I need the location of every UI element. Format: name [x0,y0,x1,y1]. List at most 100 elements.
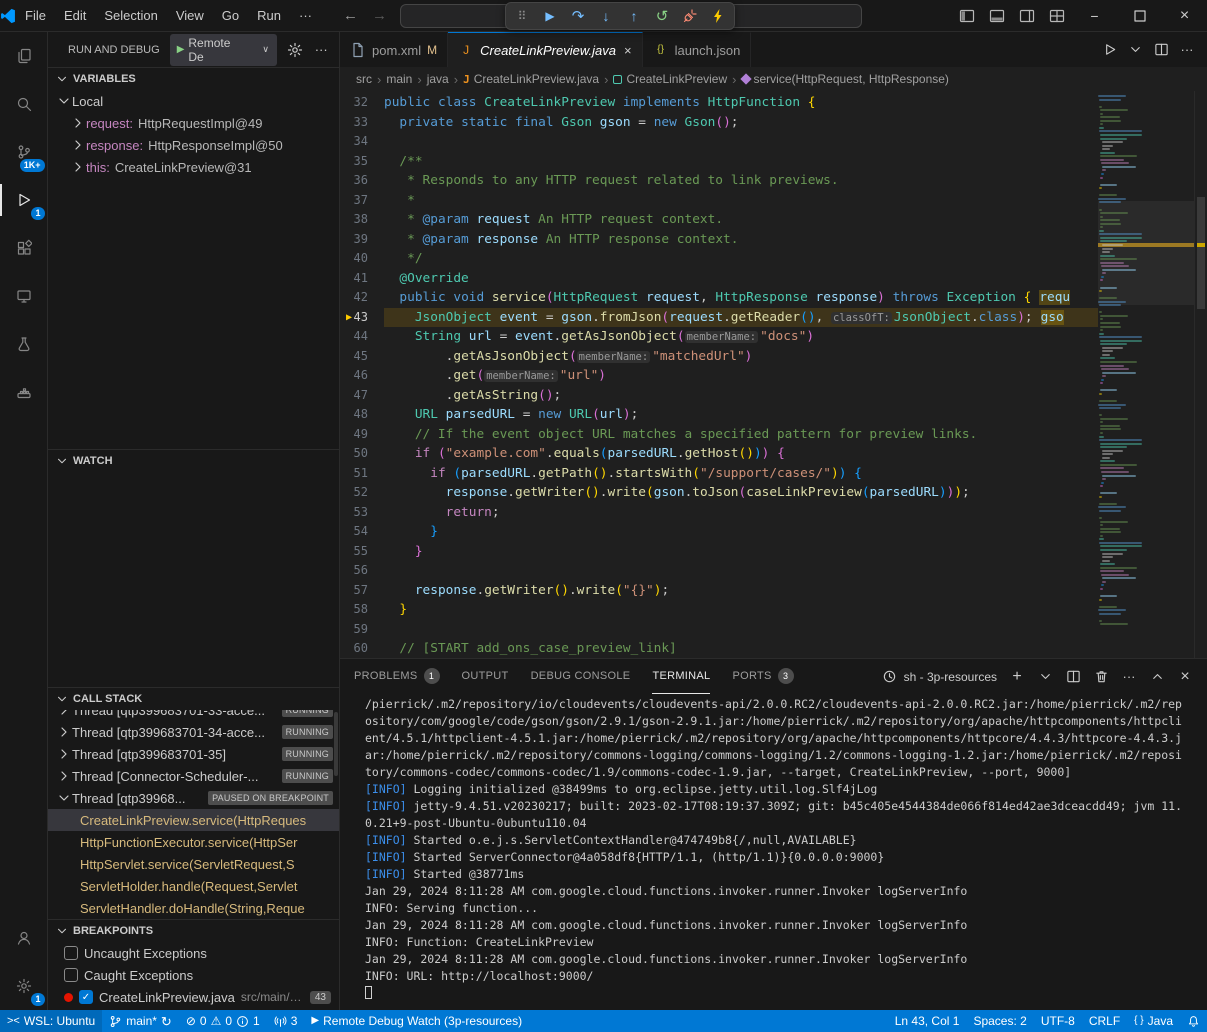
close-panel-button[interactable]: × [1177,669,1193,685]
terminal-profile-dropdown-button[interactable] [1037,669,1053,685]
step-out-button[interactable]: ↑ [626,8,642,24]
status-eol[interactable]: CRLF [1082,1010,1127,1032]
line-number-gutter[interactable]: 56 [340,561,384,581]
watch-section-header[interactable]: WATCH [48,450,339,472]
kill-terminal-button[interactable] [1093,669,1109,685]
tab-pom-xml[interactable]: pom.xmlM [340,32,448,67]
activity-item-containers[interactable] [0,368,48,416]
panel-more-actions-button[interactable]: ··· [1121,669,1137,685]
status-git-branch[interactable]: main*↻ [102,1010,179,1032]
sidebar-more-actions-icon[interactable]: ··· [313,42,329,58]
disconnect-button[interactable] [682,8,698,24]
status-notifications[interactable] [1180,1010,1207,1032]
line-number-gutter[interactable]: 41 [340,269,384,289]
menu-view[interactable]: View [167,5,213,27]
call-stack-section-header[interactable]: CALL STACK [48,688,339,710]
activity-item-accounts[interactable] [0,914,48,962]
activity-item-search[interactable] [0,80,48,128]
line-number-gutter[interactable]: 34 [340,132,384,152]
line-number-gutter[interactable]: 45 [340,347,384,367]
new-terminal-button[interactable]: + [1009,669,1025,685]
variables-section-header[interactable]: VARIABLES [48,68,339,90]
call-stack-frame[interactable]: HttpFunctionExecutor.service(HttpSer [48,831,339,853]
line-number-gutter[interactable]: 60 [340,639,384,658]
line-number-gutter[interactable]: 33 [340,113,384,133]
status-language-mode[interactable]: { }Java [1127,1010,1180,1032]
editor-scrollbar[interactable] [1194,91,1207,658]
variable-row-response[interactable]: response:HttpResponseImpl@50 [48,134,339,156]
tab-createlinkpreview-java[interactable]: JCreateLinkPreview.java× [448,32,642,67]
menu-file[interactable]: File [16,5,55,27]
line-number-gutter[interactable]: 50 [340,444,384,464]
breakpoint-checkbox[interactable]: ✓ [79,990,93,1004]
activity-item-remote-explorer[interactable] [0,272,48,320]
tab-launch-json[interactable]: {}launch.json [643,32,752,67]
activity-item-testing[interactable] [0,320,48,368]
status-indentation[interactable]: Spaces: 2 [966,1010,1033,1032]
breadcrumb-item-src[interactable]: src [356,72,372,86]
line-number-gutter[interactable]: 54 [340,522,384,542]
call-stack-thread[interactable]: Thread [qtp39968...PAUSED ON BREAKPOINT [48,787,339,809]
maximize-button[interactable] [1117,0,1162,31]
panel-tab-ports[interactable]: PORTS3 [732,659,793,694]
activity-item-run-and-debug[interactable]: 1 [0,176,48,224]
line-number-gutter[interactable]: 44 [340,327,384,347]
breadcrumb-item-java[interactable]: java [427,72,449,86]
line-number-gutter[interactable]: 59 [340,620,384,640]
panel-tab-problems[interactable]: PROBLEMS1 [354,659,440,694]
close-tab-icon[interactable]: × [624,43,632,58]
breakpoint-checkbox[interactable] [64,946,78,960]
line-number-gutter[interactable]: 58 [340,600,384,620]
panel-tab-output[interactable]: OUTPUT [462,659,509,694]
breakpoints-section-header[interactable]: BREAKPOINTS [48,920,339,942]
minimap[interactable] [1098,91,1194,658]
drag-grip-button[interactable]: ⠿ [514,8,530,24]
activity-item-extensions[interactable] [0,224,48,272]
continue-button[interactable]: ▶ [542,8,558,24]
variable-row-this[interactable]: this:CreateLinkPreview@31 [48,156,339,178]
breakpoint-row-createlinkpreview-java[interactable]: ✓CreateLinkPreview.javasrc/main/java43 [48,986,339,1008]
code-editor[interactable]: 32public class CreateLinkPreview impleme… [340,91,1207,658]
line-number-gutter[interactable]: 36 [340,171,384,191]
run-java-button[interactable] [1101,42,1117,58]
line-number-gutter[interactable]: 53 [340,503,384,523]
line-number-gutter[interactable]: 38 [340,210,384,230]
breadcrumb-item-createlinkpreview[interactable]: CreateLinkPreview [613,72,727,86]
panel-tab-terminal[interactable]: TERMINAL [652,659,710,694]
close-window-button[interactable]: × [1162,0,1207,31]
line-number-gutter[interactable]: 52 [340,483,384,503]
line-number-gutter[interactable]: 35 [340,152,384,172]
variables-scope-local[interactable]: Local [48,90,339,112]
call-stack-frame[interactable]: CreateLinkPreview.service(HttpReques [48,809,339,831]
status-forwarded-ports[interactable]: 3 [267,1010,305,1032]
call-stack-thread[interactable]: Thread [qtp399683701-34-acce...RUNNING [48,721,339,743]
back-icon[interactable]: ← [343,7,358,24]
toggle-primary-sidebar-button[interactable] [952,0,982,31]
call-stack-thread[interactable]: Thread [Connector-Scheduler-...RUNNING [48,765,339,787]
line-number-gutter[interactable]: 32 [340,93,384,113]
toggle-panel-button[interactable] [982,0,1012,31]
activity-item-explorer[interactable] [0,32,48,80]
breakpoint-checkbox[interactable] [64,968,78,982]
forward-icon[interactable]: → [372,7,387,24]
minimize-button[interactable]: − [1072,0,1117,31]
status-remote-indicator[interactable]: ><WSL: Ubuntu [0,1010,102,1032]
activity-item-source-control[interactable]: 1K+ [0,128,48,176]
line-number-gutter[interactable]: 39 [340,230,384,250]
line-number-gutter[interactable]: 37 [340,191,384,211]
call-stack-frame[interactable]: HttpServlet.service(ServletRequest,S [48,853,339,875]
editor-scrollbar-thumb[interactable] [1197,197,1205,309]
menu-selection[interactable]: Selection [95,5,166,27]
menu-run[interactable]: Run [248,5,290,27]
breadcrumb-item-createlinkpreview-java[interactable]: JCreateLinkPreview.java [463,72,599,86]
split-editor-button[interactable] [1153,42,1169,58]
menu-edit[interactable]: Edit [55,5,95,27]
line-number-gutter[interactable]: 42 [340,288,384,308]
call-stack-scrollbar[interactable] [334,712,338,776]
debug-settings-gear-icon[interactable] [287,42,303,58]
line-number-gutter[interactable]: ▶43 [340,308,384,328]
step-over-button[interactable]: ↷ [570,8,586,24]
variable-row-request[interactable]: request:HttpRequestImpl@49 [48,112,339,134]
panel-tab-debug-console[interactable]: DEBUG CONSOLE [531,659,631,694]
terminal-output[interactable]: /pierrick/.m2/repository/io/cloudevents/… [340,694,1207,1010]
